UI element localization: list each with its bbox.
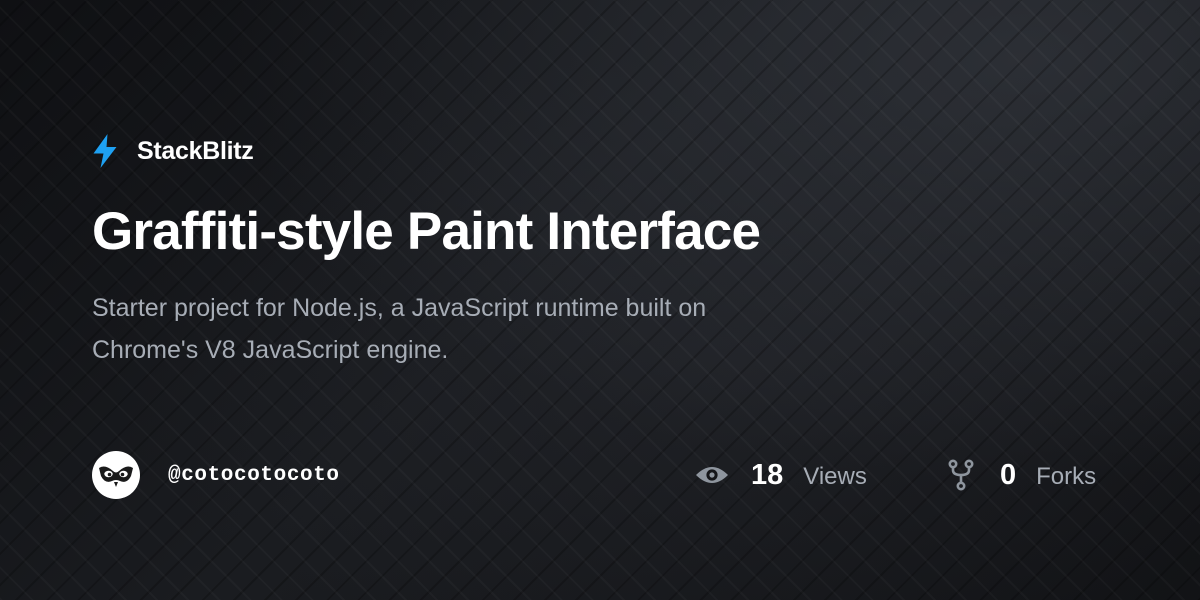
lightning-bolt-icon: [93, 134, 117, 168]
forks-count: 0: [1000, 458, 1017, 491]
views-label: Views: [803, 463, 867, 490]
forks-label: Forks: [1036, 463, 1097, 490]
fork-icon: [948, 459, 974, 491]
project-description: Starter project for Node.js, a JavaScrip…: [92, 294, 707, 364]
forks-stat: 0 Forks: [947, 451, 1096, 499]
author-info[interactable]: @cotocotocoto: [92, 451, 340, 499]
project-title: Graffiti-style Paint Interface: [92, 202, 761, 261]
avatar[interactable]: [92, 451, 140, 499]
eye-icon: [696, 467, 728, 483]
views-stat: 18 Views: [695, 451, 867, 499]
brand-logo[interactable]: StackBlitz: [92, 133, 254, 169]
owl-face-icon: [99, 466, 133, 487]
author-username[interactable]: @cotocotocoto: [168, 464, 340, 487]
views-count: 18: [751, 458, 784, 491]
project-preview-card: StackBlitz Graffiti-style Paint Interfac…: [0, 0, 1200, 600]
brand-name: StackBlitz: [137, 136, 254, 165]
